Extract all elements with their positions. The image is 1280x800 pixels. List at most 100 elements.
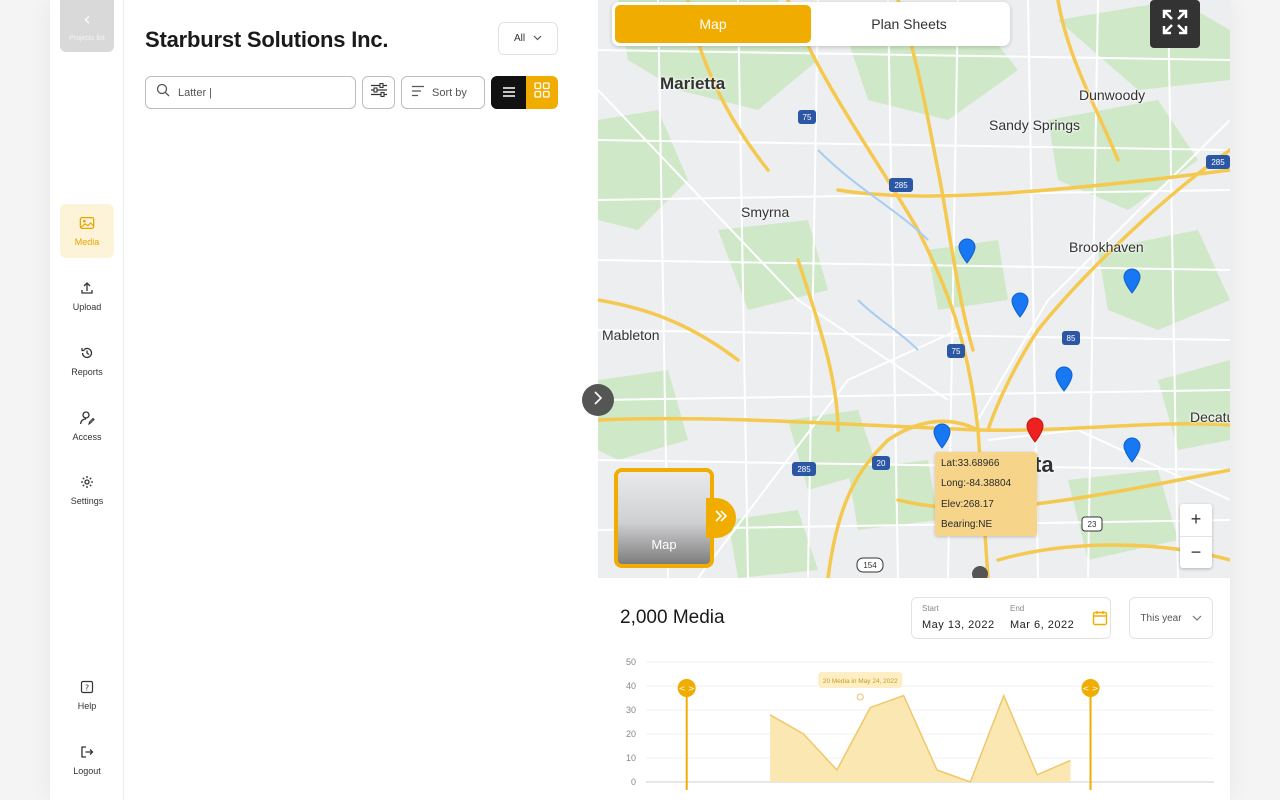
svg-text:285: 285 [1211,158,1225,167]
sidebar-item-label: Upload [72,302,102,312]
zoom-in-button[interactable]: + [1180,504,1212,536]
expand-icon [1161,8,1189,41]
y-tick-label: 0 [631,777,636,787]
interstate-shield-icon: 285 [792,462,816,476]
map-view-tabs: Map Plan Sheets [612,2,1010,46]
help-icon: ? [79,679,95,695]
sidebar-item-label: Logout [73,766,101,776]
sort-icon [411,85,425,100]
sidebar-item-upload[interactable]: Upload [60,269,114,323]
interstate-shield-icon: 85 [1062,331,1080,345]
svg-text:75: 75 [803,113,812,122]
interstate-shield-icon: 20 [872,456,890,470]
svg-text:285: 285 [894,181,908,190]
tab-plan-sheets[interactable]: Plan Sheets [811,5,1007,43]
chart-tooltip: 20 Media in May 24, 2022 [823,678,898,685]
image-icon [79,215,95,231]
gear-icon [79,474,95,490]
sidebar-item-label: Reports [71,367,103,377]
search-input[interactable] [178,86,338,99]
sort-button[interactable]: Sort by [401,76,485,109]
interstate-shield-icon: 285 [1206,155,1230,169]
media-count: 2,000 Media [620,607,725,628]
range-handle-left-label: < > [679,684,695,693]
sidebar-item-help[interactable]: ? Help [60,668,114,722]
calendar-icon[interactable] [1092,610,1108,631]
grid-icon [534,82,550,103]
svg-text:85: 85 [1067,334,1076,343]
y-tick-label: 30 [626,705,636,715]
date-range-picker[interactable]: Start May 13, 2022 End Mar 6, 2022 [911,597,1111,639]
grid-view-button[interactable] [526,76,558,109]
svg-text:20: 20 [877,459,886,468]
chevron-down-icon [1192,613,1202,624]
range-handle-right-label: < > [1083,684,1099,693]
list-icon [502,84,516,102]
filter-select-value: All [513,33,526,44]
series-area [770,695,1071,782]
sidebar-item-label: Help [77,701,97,711]
interstate-shield-icon: 285 [889,178,913,192]
map-layer-label: Map [651,537,677,552]
fullscreen-button[interactable] [1150,0,1200,48]
upload-icon [79,280,95,296]
search-icon [156,83,170,102]
media-pin-icon[interactable] [1010,292,1030,318]
history-icon [79,345,95,361]
logout-icon [79,744,95,760]
map-layer-switcher[interactable]: Map [614,468,714,568]
svg-text:285: 285 [797,465,811,474]
user-edit-icon [79,410,95,426]
media-pin-icon[interactable] [932,423,952,449]
sidebar-item-logout[interactable]: Logout [60,733,114,787]
bearing-text: Bearing:NE [941,518,993,530]
selected-pin-icon[interactable] [1025,417,1045,443]
sidebar-item-access[interactable]: Access [60,399,114,453]
interstate-shield-icon: 75 [947,344,965,358]
sidebar-item-settings[interactable]: Settings [60,463,114,517]
longitude-text: Long:-84.38804 [941,478,1012,490]
collapse-panel-button[interactable] [582,384,614,416]
location-tooltip: Lat:33.68966 Long:-84.38804 Elev:268.17 … [935,452,1037,536]
app-frame: ‹ Projects list Media Upload Reports Acc… [50,0,1230,800]
latitude-text: Lat:33.68966 [941,458,1000,469]
y-tick-label: 50 [626,657,636,667]
chevron-right-icon [593,390,603,410]
sidebar: ‹ Projects list Media Upload Reports Acc… [50,0,124,800]
sidebar-item-label: Access [72,432,102,442]
filter-select[interactable]: All [498,22,558,55]
map-view[interactable]: Marietta Dunwoody Sandy Springs Smyrna B… [598,0,1230,578]
end-caption: End [1010,604,1025,613]
media-pin-icon[interactable] [957,238,977,264]
chart-hover-point [856,693,864,701]
sidebar-item-label: Settings [70,496,104,506]
media-pin-icon[interactable] [1054,366,1074,392]
map-resize-handle[interactable] [972,566,988,578]
double-chevron-right-icon [714,509,728,527]
state-route-shield-icon: 154 [856,557,884,573]
search-box[interactable] [145,76,356,109]
back-to-projects-button[interactable]: ‹ Projects list [60,0,114,52]
state-route-shield-icon: 23 [1081,516,1103,532]
svg-text:23: 23 [1088,520,1097,529]
start-date: May 13, 2022 [922,619,995,631]
y-tick-label: 40 [626,681,636,691]
chevron-left-icon: ‹ [83,8,91,30]
y-tick-label: 20 [626,729,636,739]
chevron-down-icon [533,33,542,44]
svg-text:154: 154 [863,561,877,570]
tab-map[interactable]: Map [615,5,811,43]
period-select[interactable]: This year [1129,597,1213,639]
zoom-controls: + − [1180,504,1212,568]
media-timeline-chart[interactable]: 50 40 30 20 10 0 < > < > 20 Media in May 24, 202… [610,652,1220,800]
end-date: Mar 6, 2022 [1010,619,1075,631]
sidebar-item-reports[interactable]: Reports [60,334,114,388]
list-view-button[interactable] [491,76,526,109]
filters-button[interactable] [362,76,395,109]
sidebar-item-media[interactable]: Media [60,204,114,258]
media-pin-icon[interactable] [1122,437,1142,463]
zoom-out-button[interactable]: − [1180,535,1212,569]
sort-label: Sort by [432,86,467,99]
media-pin-icon[interactable] [1122,268,1142,294]
start-caption: Start [922,604,939,613]
